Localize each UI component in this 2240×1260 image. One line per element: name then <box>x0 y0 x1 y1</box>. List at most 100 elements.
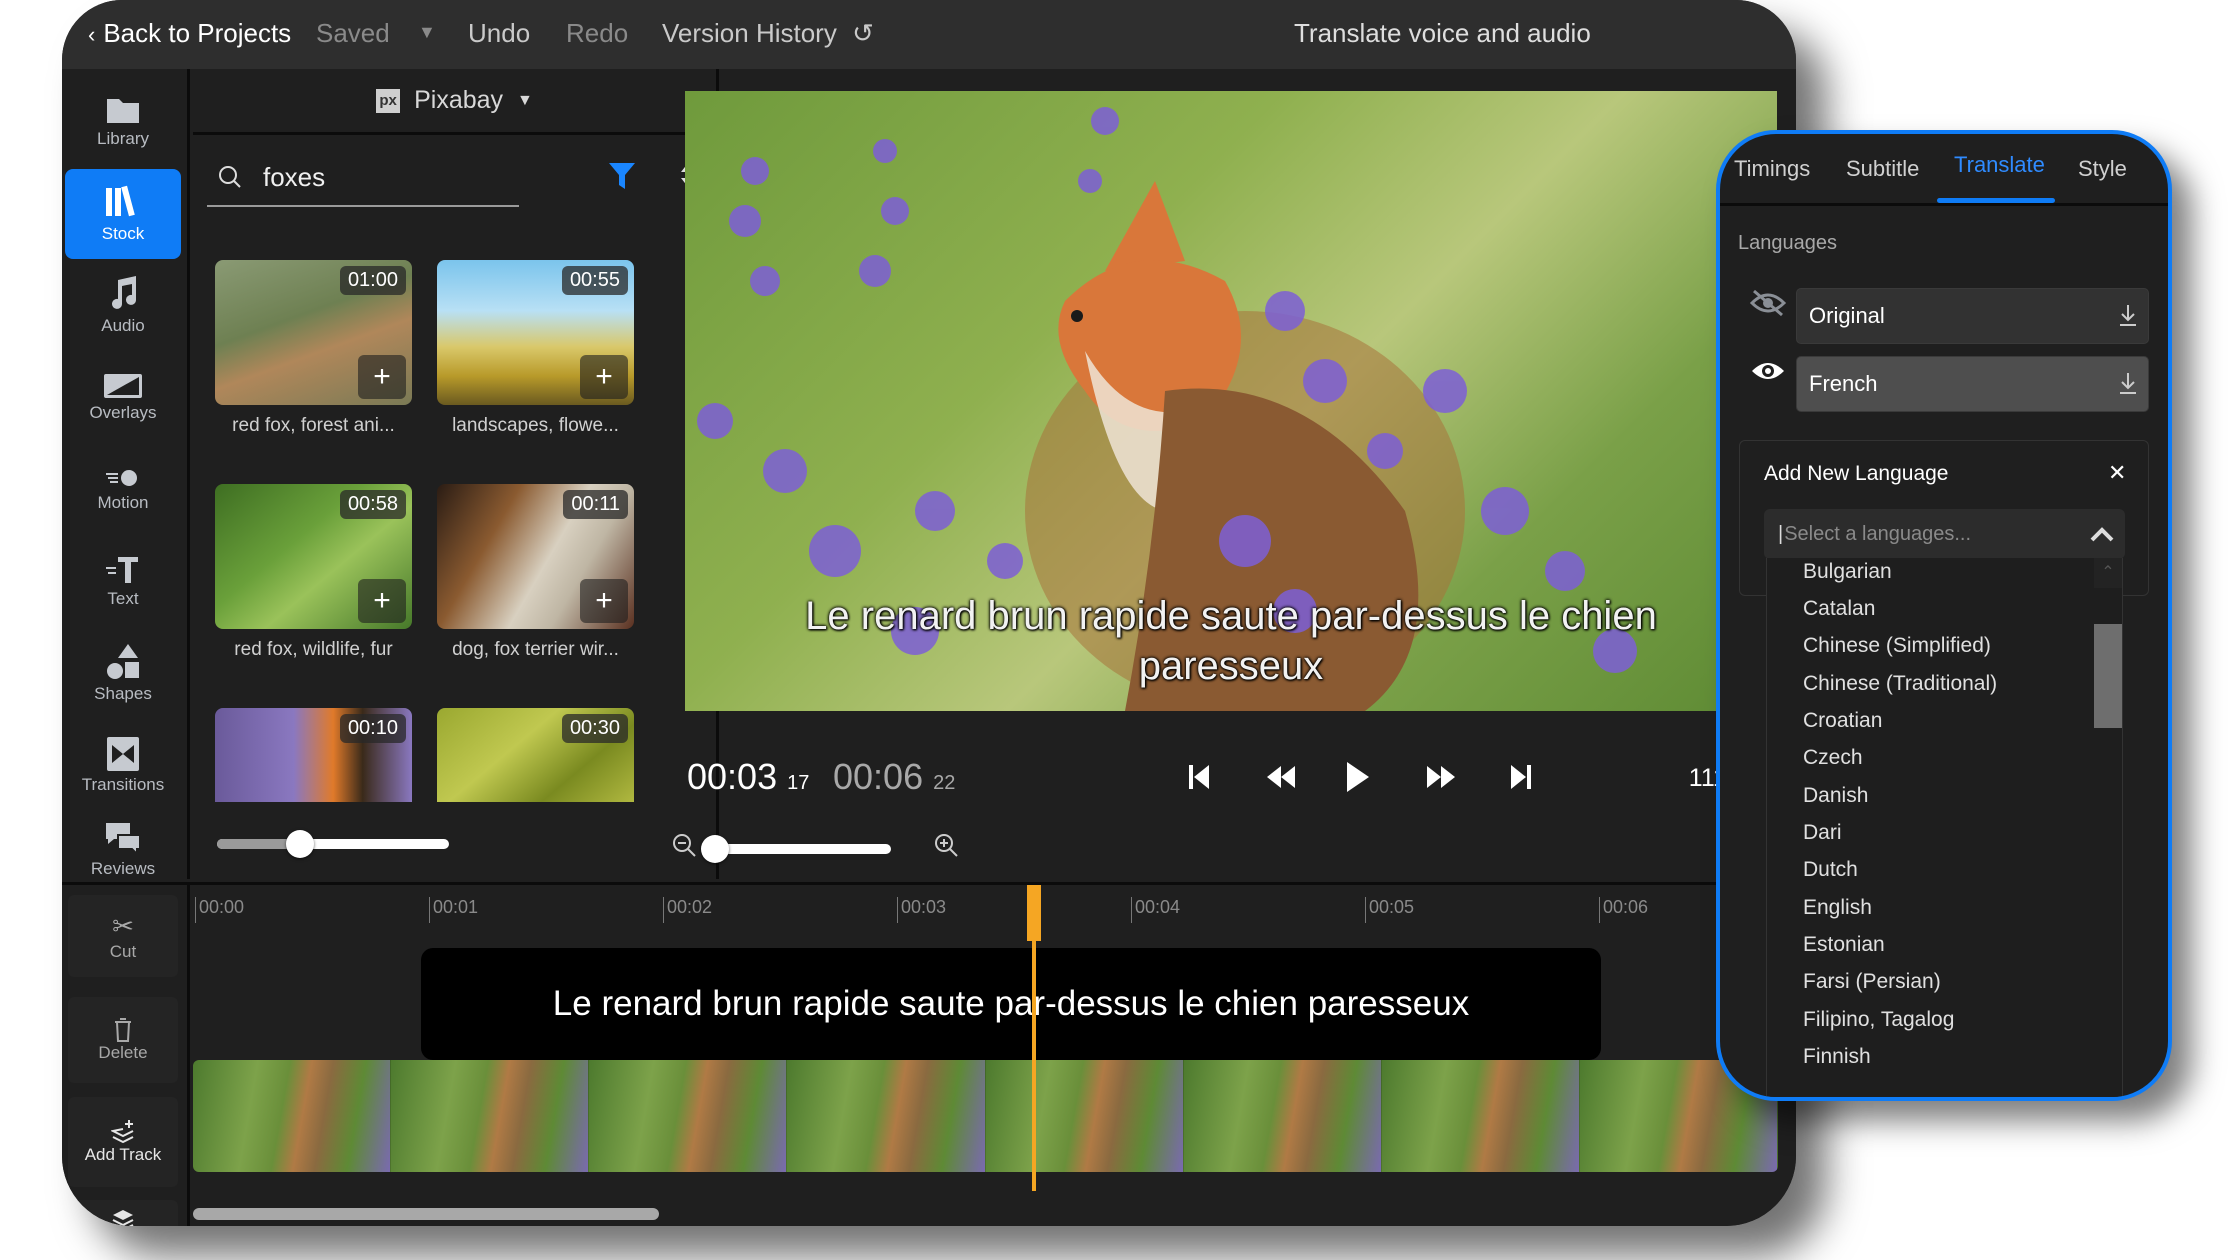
language-option[interactable]: Filipino, Tagalog <box>1803 1008 1954 1032</box>
delete-button[interactable]: Delete <box>68 997 178 1083</box>
thumbnail-size-slider[interactable] <box>217 839 449 849</box>
sidebar-item-text[interactable]: Text <box>65 537 181 627</box>
sidebar-item-audio[interactable]: Audio <box>65 261 181 351</box>
tab-subtitle[interactable]: Subtitle <box>1846 156 1919 182</box>
ruler-tick: 00:00 <box>195 897 244 923</box>
filmstrip-frame <box>391 1060 590 1172</box>
zoom-out-icon[interactable] <box>671 832 699 860</box>
rewind-icon[interactable] <box>1267 766 1295 788</box>
close-icon[interactable]: ✕ <box>2108 460 2126 486</box>
sidebar-item-motion[interactable]: Motion <box>65 445 181 535</box>
language-option[interactable]: Dari <box>1803 821 1842 845</box>
language-option[interactable]: English <box>1803 896 1872 920</box>
language-select-input[interactable]: | Select a languages... <box>1764 509 2125 559</box>
download-icon[interactable] <box>2118 371 2138 395</box>
redo-button[interactable]: Redo <box>566 18 628 49</box>
fast-forward-icon[interactable] <box>1427 766 1455 788</box>
eye-off-icon[interactable] <box>1750 289 1786 317</box>
stock-result-label: dog, fox terrier wir... <box>452 639 619 660</box>
scissors-icon: ✂ <box>112 910 134 941</box>
language-option[interactable]: Croatian <box>1803 709 1882 733</box>
add-to-timeline-button[interactable]: + <box>358 579 406 623</box>
video-preview[interactable]: Le renard brun rapide saute par-dessus l… <box>685 91 1777 711</box>
subtitle-clip[interactable]: Le renard brun rapide saute par-dessus l… <box>421 948 1601 1060</box>
panel-tabs: Timings Subtitle Translate Style <box>1720 134 2168 206</box>
zoom-in-icon[interactable] <box>933 832 961 860</box>
undo-button[interactable]: Undo <box>468 18 530 49</box>
saved-dropdown-icon[interactable]: ▼ <box>418 22 436 43</box>
chevron-up-icon[interactable] <box>2089 525 2115 543</box>
stock-result-thumbnail[interactable]: 01:00 + <box>215 260 412 405</box>
language-option[interactable]: Catalan <box>1803 597 1875 621</box>
duration-badge: 00:10 <box>339 714 406 743</box>
language-option[interactable]: Finnish <box>1803 1045 1871 1069</box>
timeline-horizontal-scrollbar[interactable] <box>193 1208 659 1220</box>
add-to-timeline-button[interactable]: + <box>358 355 406 399</box>
duration-badge: 01:00 <box>339 266 406 295</box>
tab-translate[interactable]: Translate <box>1954 152 2045 178</box>
stock-result-thumbnail[interactable]: 00:30 <box>437 708 634 802</box>
search-input[interactable] <box>263 161 463 193</box>
scroll-up-arrow[interactable]: ⌃ <box>2094 558 2122 588</box>
cut-button[interactable]: ✂ Cut <box>68 895 178 977</box>
active-tab-indicator <box>1937 198 2055 203</box>
total-duration: 00:06 22 <box>833 756 956 797</box>
language-option[interactable]: Estonian <box>1803 933 1885 957</box>
add-track-button[interactable]: Add Track <box>68 1097 178 1187</box>
duration-badge: 00:55 <box>561 266 628 295</box>
language-row-original[interactable]: Original <box>1796 288 2149 344</box>
filter-icon[interactable] <box>608 161 636 191</box>
eye-icon[interactable] <box>1750 358 1786 384</box>
sidebar-item-transitions[interactable]: Transitions <box>65 721 181 811</box>
ruler-tick: 00:05 <box>1365 897 1414 923</box>
stock-result-thumbnail[interactable]: 00:58 + <box>215 484 412 629</box>
language-option[interactable]: Chinese (Traditional) <box>1803 672 1997 696</box>
skip-to-start-icon[interactable] <box>1189 764 1209 790</box>
stock-source-selector[interactable]: px Pixabay ▼ <box>193 69 716 135</box>
stock-result-label: red fox, wildlife, fur <box>234 639 393 660</box>
language-option[interactable]: Farsi (Persian) <box>1803 970 1941 994</box>
stock-search <box>207 149 519 207</box>
back-to-projects-button[interactable]: ‹ Back to Projects <box>88 18 291 49</box>
download-icon[interactable] <box>2118 303 2138 327</box>
sidebar-item-shapes[interactable]: Shapes <box>65 629 181 719</box>
sidebar-item-library[interactable]: Library <box>65 77 181 167</box>
sidebar-item-overlays[interactable]: Overlays <box>65 353 181 443</box>
duration-badge: 00:30 <box>561 714 628 743</box>
sidebar-item-reviews[interactable]: Reviews <box>65 813 181 879</box>
stock-result-thumbnail[interactable]: 00:11 + <box>437 484 634 629</box>
thumbnail-size-slider-knob[interactable] <box>286 830 314 858</box>
version-history-button[interactable]: Version History ↺ <box>662 18 874 49</box>
chevron-down-icon: ▼ <box>517 91 533 109</box>
stock-result-thumbnail[interactable]: 00:10 <box>215 708 412 802</box>
playback-controls: 00:03 17 00:06 22 111% <box>673 720 1777 870</box>
timeline-tools: ✂ Cut Delete Add Track <box>62 885 190 1226</box>
play-icon[interactable] <box>1347 762 1369 792</box>
search-icon <box>219 166 241 188</box>
layers-icon <box>112 1210 134 1226</box>
language-option[interactable]: Danish <box>1803 784 1868 808</box>
translate-panel: Timings Subtitle Translate Style Languag… <box>1716 130 2172 1101</box>
timeline-zoom-slider[interactable] <box>707 844 891 854</box>
sidebar-item-stock[interactable]: Stock <box>65 169 181 259</box>
skip-to-end-icon[interactable] <box>1511 764 1531 790</box>
add-to-timeline-button[interactable]: + <box>580 355 628 399</box>
language-row-french[interactable]: French <box>1796 356 2149 412</box>
duration-badge: 00:11 <box>563 490 628 519</box>
timeline-zoom-knob[interactable] <box>701 835 729 863</box>
language-option[interactable]: Czech <box>1803 746 1863 770</box>
time-ruler[interactable]: 00:00 00:01 00:02 00:03 00:04 00:05 00:0… <box>193 885 1793 935</box>
language-option[interactable]: Dutch <box>1803 858 1858 882</box>
add-to-timeline-button[interactable]: + <box>580 579 628 623</box>
language-option[interactable]: Bulgarian <box>1803 560 1892 584</box>
language-option[interactable]: Chinese (Simplified) <box>1803 634 1991 658</box>
chevron-left-icon: ‹ <box>88 22 96 47</box>
tab-style[interactable]: Style <box>2078 156 2127 182</box>
tab-timings[interactable]: Timings <box>1734 156 1810 182</box>
dropdown-scrollbar-thumb[interactable] <box>2094 624 2122 728</box>
layers-button[interactable] <box>68 1200 178 1226</box>
filmstrip-frame <box>193 1060 392 1172</box>
video-track-clip[interactable] <box>193 1060 1778 1172</box>
stock-result-thumbnail[interactable]: 00:55 + <box>437 260 634 405</box>
playhead[interactable] <box>1032 885 1036 1191</box>
